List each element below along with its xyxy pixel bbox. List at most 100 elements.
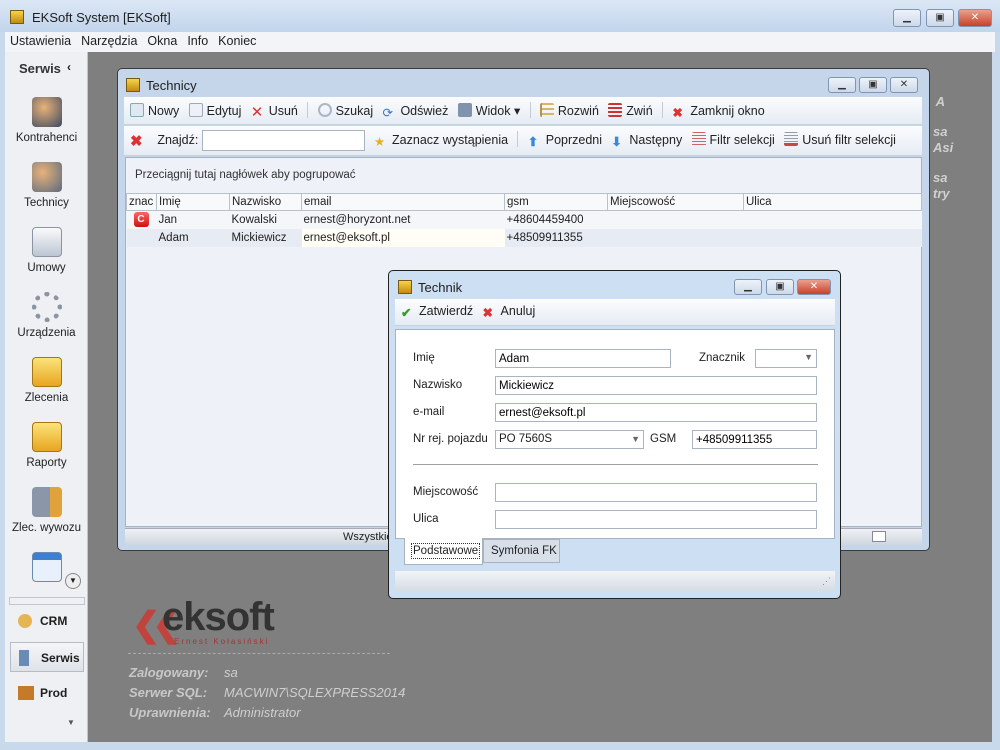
sidebar-item-urzadzenia[interactable]: Urządzenia bbox=[5, 292, 88, 339]
close-button[interactable]: ✕ bbox=[958, 9, 992, 27]
menu-ustawienia[interactable]: Ustawienia bbox=[5, 32, 76, 50]
technicy-close[interactable]: ✕ bbox=[890, 77, 918, 93]
module-crm[interactable]: CRM bbox=[10, 606, 84, 636]
group-by-area[interactable]: Przeciągnij tutaj nagłówek aby pogrupowa… bbox=[135, 169, 356, 181]
arrow-down-icon: ⬇ bbox=[611, 135, 622, 149]
find-input[interactable] bbox=[201, 130, 365, 151]
cancel-button[interactable]: ✖ Anuluj bbox=[483, 304, 536, 320]
tab-podstawowe[interactable]: Podstawowe bbox=[404, 538, 483, 565]
sidebar-item-raporty[interactable]: Raporty bbox=[5, 422, 88, 469]
imie-input[interactable] bbox=[495, 349, 671, 368]
label: Filtr selekcji bbox=[709, 133, 775, 147]
module-serwis[interactable]: Serwis bbox=[10, 642, 84, 672]
previous-button[interactable]: ⬆ Poprzedni bbox=[528, 133, 603, 149]
divider bbox=[128, 653, 390, 654]
ulica-input[interactable] bbox=[495, 510, 817, 529]
menu-okna[interactable]: Okna bbox=[142, 32, 182, 50]
highlight-button[interactable]: ★ Zaznacz wystąpienia bbox=[374, 133, 508, 149]
status-box[interactable] bbox=[872, 531, 886, 542]
label: Poprzedni bbox=[545, 133, 603, 147]
sidebar-header: Serwis bbox=[19, 61, 61, 76]
new-icon bbox=[130, 103, 144, 117]
label: Widok bbox=[475, 104, 511, 118]
find-toolbar: ✖ Znajdź: ★ Zaznacz wystąpienia ⬆ Poprzedn… bbox=[124, 126, 922, 156]
report-icon bbox=[31, 422, 62, 452]
edit-button[interactable]: Edytuj bbox=[188, 103, 241, 118]
col-imie[interactable]: Imię bbox=[156, 193, 230, 211]
dialog-maximize[interactable]: ▣ bbox=[766, 279, 794, 295]
sidebar-item-kontrahenci[interactable]: Kontrahenci bbox=[5, 97, 88, 144]
people-icon bbox=[31, 97, 62, 127]
col-miejscowosc[interactable]: Miejscowość bbox=[607, 193, 744, 211]
email-input[interactable] bbox=[495, 403, 817, 422]
cell-email: ernest@horyzont.net bbox=[303, 213, 411, 226]
imie-label: Imię bbox=[413, 352, 435, 364]
table-row[interactable]: C Jan Kowalski ernest@horyzont.net +4860… bbox=[126, 210, 922, 229]
splitter[interactable] bbox=[9, 597, 85, 605]
dialog-close[interactable]: ✕ bbox=[797, 279, 831, 295]
cell-miejscowosc bbox=[608, 211, 744, 229]
label: Usuń filtr selekcji bbox=[802, 133, 896, 147]
close-red-icon: ✖ bbox=[672, 106, 683, 120]
ulica-label: Ulica bbox=[413, 513, 439, 525]
wrench-icon bbox=[19, 650, 29, 666]
module-prod[interactable]: Prod bbox=[10, 678, 84, 708]
separator bbox=[517, 131, 519, 147]
logo-text: eksoft bbox=[162, 595, 275, 639]
separator bbox=[307, 102, 309, 118]
table-row-selected[interactable]: Adam Mickiewicz ernest@eksoft.pl +485099… bbox=[126, 228, 922, 247]
resize-grip-icon[interactable]: ⋰ bbox=[822, 576, 831, 587]
view-dropdown[interactable]: Widok ▾ bbox=[457, 103, 520, 118]
technicy-minimize[interactable]: ▁ bbox=[828, 77, 856, 93]
filter-selection-button[interactable]: Filtr selekcji bbox=[691, 132, 775, 147]
truck-icon bbox=[31, 487, 62, 517]
dialog-toolbar: ✔ Zatwierdź ✖ Anuluj bbox=[395, 299, 835, 326]
sidebar-item-umowy[interactable]: Umowy bbox=[5, 227, 88, 274]
more-icon[interactable]: ▼ bbox=[67, 718, 75, 727]
cell-gsm: +48604459400 bbox=[506, 213, 584, 226]
nr-rej-select[interactable]: PO 7560S ▼ bbox=[495, 430, 644, 449]
gsm-label: GSM bbox=[650, 433, 677, 445]
scroll-down-icon[interactable]: ▼ bbox=[65, 573, 81, 589]
col-email[interactable]: email bbox=[301, 193, 505, 211]
next-button[interactable]: ⬇ Następny bbox=[611, 133, 682, 149]
cell-ulica bbox=[744, 229, 922, 247]
sidebar-item-label: Urządzenia bbox=[17, 327, 76, 339]
sidebar-item-zlecenia[interactable]: Zlecenia bbox=[5, 357, 88, 404]
close-window-button[interactable]: ✖ Zamknij okno bbox=[672, 104, 764, 120]
menu-narzedzia[interactable]: Narzędzia bbox=[76, 32, 142, 50]
confirm-button[interactable]: ✔ Zatwierdź bbox=[401, 304, 473, 320]
miejscowosc-input[interactable] bbox=[495, 483, 817, 502]
sidebar: Serwis ‹ Kontrahenci Technicy Umowy Urzą… bbox=[5, 52, 88, 742]
col-ulica[interactable]: Ulica bbox=[743, 193, 922, 211]
collapse-icon[interactable]: ‹ bbox=[67, 60, 71, 74]
gsm-input[interactable] bbox=[692, 430, 817, 449]
collapse-button[interactable]: Zwiń bbox=[608, 103, 653, 118]
calendar-icon bbox=[31, 552, 62, 582]
expand-button[interactable]: Rozwiń bbox=[539, 103, 599, 118]
sidebar-item-zlec-wywozu[interactable]: Zlec. wywozu bbox=[5, 487, 88, 534]
refresh-button[interactable]: ⟳ Odśwież bbox=[382, 104, 448, 120]
col-gsm[interactable]: gsm bbox=[504, 193, 608, 211]
maximize-button[interactable]: ▣ bbox=[926, 9, 954, 27]
label: Rozwiń bbox=[557, 104, 599, 118]
col-nazwisko[interactable]: Nazwisko bbox=[229, 193, 302, 211]
technicy-maximize[interactable]: ▣ bbox=[859, 77, 887, 93]
tab-symfonia-fk[interactable]: Symfonia FK bbox=[483, 539, 560, 563]
search-button[interactable]: Szukaj bbox=[317, 103, 374, 118]
sidebar-item-technicy[interactable]: Technicy bbox=[5, 162, 88, 209]
value: PO 7560S bbox=[499, 433, 553, 445]
label: Szukaj bbox=[335, 104, 374, 118]
col-znac[interactable]: znac bbox=[126, 193, 157, 211]
marker-badge: C bbox=[133, 212, 149, 228]
dialog-minimize[interactable]: ▁ bbox=[734, 279, 762, 295]
nazwisko-input[interactable] bbox=[495, 376, 817, 395]
znacznik-select[interactable]: ▼ bbox=[755, 349, 817, 368]
menu-info[interactable]: Info bbox=[182, 32, 213, 50]
clear-find-button[interactable]: ✖ bbox=[130, 132, 148, 150]
delete-button[interactable]: ✕ Usuń bbox=[251, 104, 298, 120]
minimize-button[interactable]: ▁ bbox=[893, 9, 921, 27]
menu-koniec[interactable]: Koniec bbox=[213, 32, 261, 50]
new-button[interactable]: Nowy bbox=[130, 103, 179, 118]
remove-filter-button[interactable]: Usuń filtr selekcji bbox=[784, 132, 896, 147]
